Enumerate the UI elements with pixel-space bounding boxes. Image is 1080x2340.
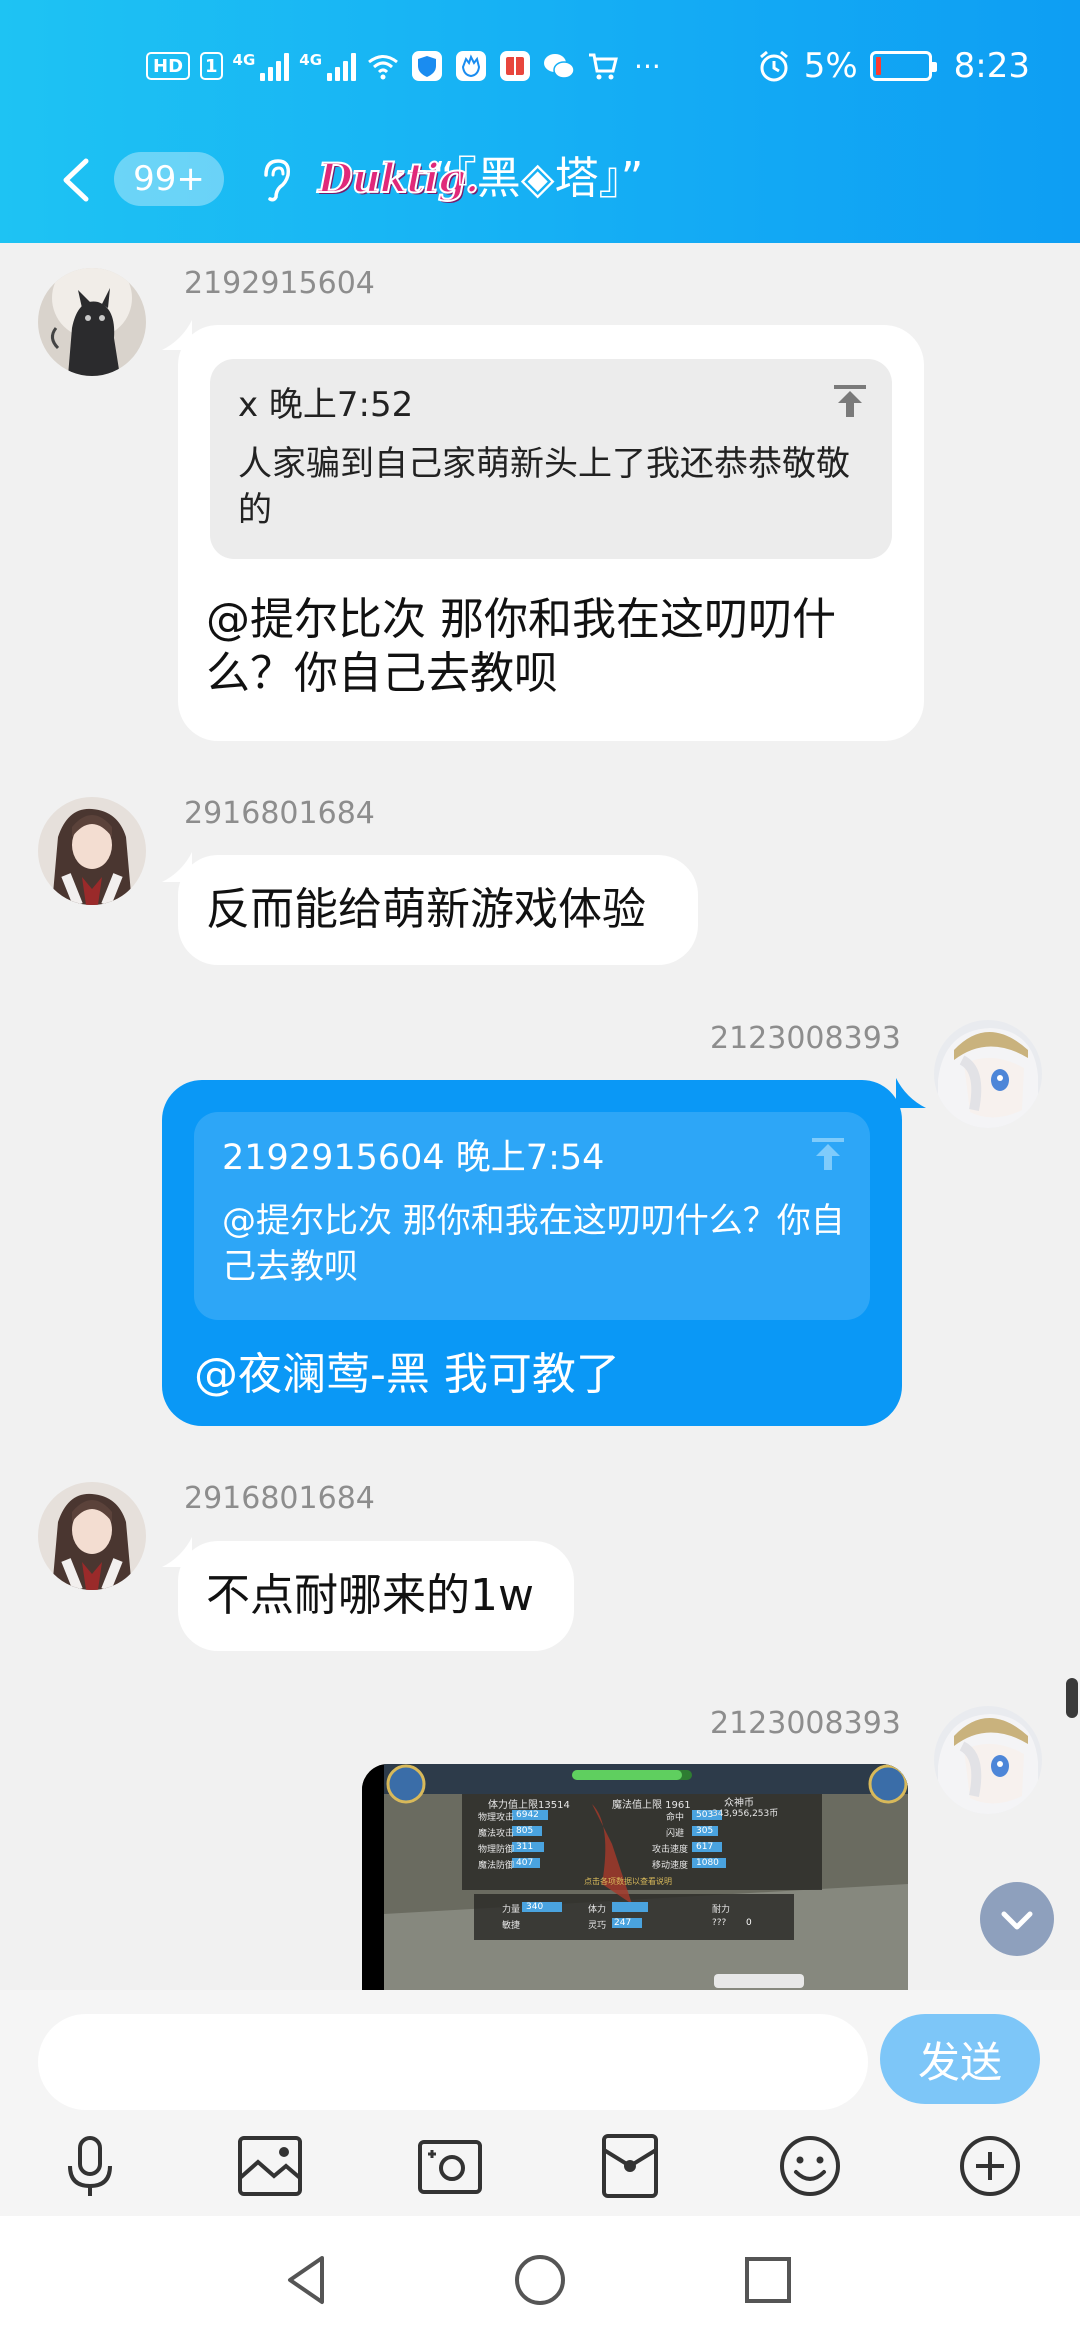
message-text: @夜澜莺-黑 我可教了 bbox=[194, 1349, 620, 1400]
jump-to-original-icon[interactable] bbox=[808, 1134, 848, 1174]
message-bubble[interactable]: 反而能给萌新游戏体验 bbox=[178, 855, 698, 965]
shield-icon bbox=[412, 51, 443, 81]
book-icon bbox=[500, 51, 531, 81]
message-input[interactable] bbox=[38, 2014, 868, 2110]
clock: 8:23 bbox=[953, 46, 1030, 86]
signal-icon-2: 4G bbox=[299, 51, 357, 81]
plus-icon[interactable] bbox=[952, 2128, 1028, 2204]
alarm-icon bbox=[759, 50, 788, 82]
back-button[interactable] bbox=[56, 155, 96, 205]
game-hp-label: 体力值上限13514 bbox=[488, 1800, 570, 1811]
red-packet-icon[interactable] bbox=[592, 2128, 668, 2204]
send-button[interactable]: 发送 bbox=[880, 2014, 1040, 2104]
game-phys-def-label: 物理防御 bbox=[478, 1845, 515, 1855]
nav-recents-icon[interactable] bbox=[738, 2250, 798, 2310]
cart-icon bbox=[589, 53, 618, 80]
game-phys-atk-label: 物理攻击 bbox=[478, 1813, 515, 1823]
status-right: 5% 8:23 bbox=[756, 44, 1030, 88]
sender-id: 2123008393 bbox=[710, 1706, 901, 1741]
wifi-icon bbox=[368, 55, 398, 80]
game-mp-label: 魔法值上限 1961 bbox=[612, 1800, 691, 1811]
quote-header: 2192915604 晚上7:54 bbox=[222, 1138, 605, 1178]
game-zero-value: 0 bbox=[746, 1918, 752, 1928]
ear-icon[interactable] bbox=[258, 155, 294, 205]
emoji-icon[interactable] bbox=[772, 2128, 848, 2204]
game-phys-def-value: 311 bbox=[516, 1842, 534, 1852]
sim-icon: 1 bbox=[200, 52, 223, 80]
chevron-down-icon bbox=[1001, 1911, 1033, 1930]
avatar-self[interactable] bbox=[934, 1020, 1042, 1128]
message-text: 不点耐哪来的1w bbox=[206, 1570, 534, 1621]
nav-home-icon[interactable] bbox=[510, 2250, 570, 2310]
game-str-label: 力量 bbox=[502, 1905, 521, 1915]
image-icon[interactable] bbox=[232, 2128, 308, 2204]
game-move-speed-value: 1080 bbox=[696, 1858, 719, 1868]
image-message[interactable]: 体力值上限13514 魔法值上限 1961 众神币 343,956,253币 物… bbox=[362, 1764, 908, 1990]
title-bar: 99+ Duktig. “『黑◈塔』” bbox=[0, 135, 1080, 243]
sender-id: 2123008393 bbox=[710, 1021, 901, 1056]
message-bubble[interactable]: 不点耐哪来的1w bbox=[178, 1541, 574, 1651]
wechat-icon bbox=[544, 54, 575, 79]
game-dodge-label: 闪避 bbox=[666, 1829, 685, 1839]
game-money-label: 343,956,253币 bbox=[712, 1809, 779, 1819]
reply-quote[interactable]: 2192915604 晚上7:54 @提尔比次 那你和我在这叨叨什么？你自己去教… bbox=[194, 1112, 870, 1320]
scrollbar-thumb[interactable] bbox=[1066, 1678, 1078, 1718]
chat-header: HD 1 4G 4G ··· 5% 8:23 99+ Duktig. “『黑◈塔… bbox=[0, 0, 1080, 243]
game-end-label: 耐力 bbox=[712, 1905, 731, 1915]
camera-icon[interactable] bbox=[412, 2128, 488, 2204]
input-area: 发送 bbox=[0, 1990, 1080, 2216]
unread-count-badge[interactable]: 99+ bbox=[114, 152, 224, 206]
game-unknown-label: ??? bbox=[712, 1918, 727, 1928]
game-mag-def-value: 407 bbox=[516, 1858, 534, 1868]
status-left: HD 1 4G 4G ··· bbox=[146, 46, 661, 86]
game-spr-value: 247 bbox=[614, 1918, 632, 1928]
game-str-value: 340 bbox=[526, 1902, 544, 1912]
quote-header: x 晚上7:52 bbox=[238, 385, 414, 425]
avatar[interactable] bbox=[38, 1482, 146, 1590]
message-bubble[interactable]: x 晚上7:52 人家骗到自己家萌新头上了我还恭恭敬敬的 @提尔比次 那你和我在… bbox=[178, 325, 924, 741]
bubble-tail bbox=[896, 1078, 926, 1108]
microphone-icon[interactable] bbox=[52, 2128, 128, 2204]
game-dodge-value: 305 bbox=[696, 1826, 714, 1836]
sender-id: 2916801684 bbox=[184, 1481, 375, 1516]
more-notifications: ··· bbox=[634, 49, 661, 83]
jump-to-original-icon[interactable] bbox=[830, 381, 870, 421]
message-text: 反而能给萌新游戏体验 bbox=[206, 884, 646, 935]
message-bubble-self[interactable]: 2192915604 晚上7:54 @提尔比次 那你和我在这叨叨什么？你自己去教… bbox=[162, 1080, 902, 1426]
game-move-speed-label: 移动速度 bbox=[652, 1861, 689, 1871]
sender-id: 2192915604 bbox=[184, 266, 375, 301]
game-spr-label: 灵巧 bbox=[588, 1921, 607, 1931]
battery-icon bbox=[869, 51, 937, 81]
signal-icon: 4G bbox=[233, 51, 290, 81]
game-atk-speed-value: 617 bbox=[696, 1842, 714, 1852]
game-hit-value: 503 bbox=[696, 1810, 714, 1820]
game-mag-atk-value: 805 bbox=[516, 1826, 534, 1836]
message-text: @提尔比次 那你和我在这叨叨什么？你自己去教呗 bbox=[206, 594, 836, 699]
quote-text: 人家骗到自己家萌新头上了我还恭恭敬敬的 bbox=[238, 444, 850, 530]
avatar[interactable] bbox=[38, 268, 146, 376]
battery-percent: 5% bbox=[803, 46, 858, 86]
game-hint-label: 点击各项数据以查看说明 bbox=[584, 1877, 672, 1886]
system-nav-bar bbox=[0, 2216, 1080, 2340]
quote-text: @提尔比次 那你和我在这叨叨什么？你自己去教呗 bbox=[222, 1201, 845, 1287]
game-vit-label: 体力 bbox=[588, 1905, 607, 1915]
reply-quote[interactable]: x 晚上7:52 人家骗到自己家萌新头上了我还恭恭敬敬的 bbox=[210, 359, 892, 559]
hd-icon: HD bbox=[146, 52, 191, 80]
scroll-to-bottom-button[interactable] bbox=[980, 1882, 1054, 1956]
avatar[interactable] bbox=[38, 797, 146, 905]
chat-title[interactable]: “『黑◈塔』” bbox=[432, 149, 643, 209]
game-hit-label: 命中 bbox=[666, 1813, 685, 1823]
game-phys-atk-value: 6942 bbox=[516, 1810, 539, 1820]
sender-id: 2916801684 bbox=[184, 796, 375, 831]
game-mag-atk-label: 魔法攻击 bbox=[478, 1829, 515, 1839]
nav-back-icon[interactable] bbox=[278, 2250, 338, 2310]
game-agi-label: 敏捷 bbox=[502, 1921, 521, 1931]
hand-icon bbox=[456, 51, 487, 81]
status-bar: HD 1 4G 4G ··· 5% 8:23 bbox=[0, 0, 1080, 135]
game-mag-def-label: 魔法防御 bbox=[478, 1861, 515, 1871]
avatar-self[interactable] bbox=[934, 1706, 1042, 1814]
game-atk-speed-label: 攻击速度 bbox=[652, 1845, 689, 1855]
